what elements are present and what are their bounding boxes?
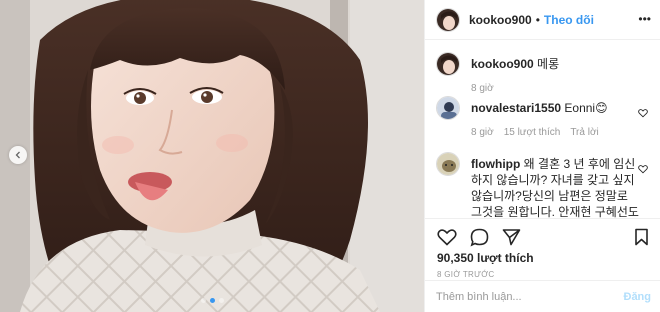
post-side-panel: kookoo900 • Theo dõi ••• kookoo900 메롱 8 … xyxy=(424,0,660,312)
post-author-username[interactable]: kookoo900 xyxy=(469,13,532,27)
carousel-dot xyxy=(200,298,206,303)
like-heart-icon[interactable] xyxy=(437,228,457,246)
avatar[interactable] xyxy=(436,52,460,76)
carousel-dot-active xyxy=(209,298,215,303)
avatar-image xyxy=(437,8,459,31)
carousel-indicator xyxy=(0,298,424,303)
comment-meta: 8 giờ 15 lượt thích Trả lời xyxy=(471,125,608,141)
bookmark-icon[interactable] xyxy=(634,228,649,246)
comments-list[interactable]: kookoo900 메롱 8 giờ novalestari1550 Eonni… xyxy=(425,40,660,218)
more-options-button[interactable]: ••• xyxy=(638,12,651,26)
avatar-image xyxy=(437,53,459,75)
comment-text: 메롱 xyxy=(537,57,560,71)
reply-button[interactable]: Trả lời xyxy=(570,125,598,141)
comment-composer: Thêm bình luận... Đăng xyxy=(425,280,660,312)
avatar-image xyxy=(437,153,459,175)
avatar[interactable] xyxy=(436,7,460,32)
list-item: flowhipp 왜 결혼 3 년 후에 임신하지 않습니까? 자녀를 갖고 싶… xyxy=(436,152,650,218)
comment-text: Eonni😊 xyxy=(564,101,608,115)
heart-icon[interactable] xyxy=(638,164,648,174)
comment-time[interactable]: 8 giờ xyxy=(471,125,494,141)
post-comment-button[interactable]: Đăng xyxy=(624,291,652,303)
avatar[interactable] xyxy=(436,96,460,120)
avatar[interactable] xyxy=(436,152,460,176)
post-timestamp[interactable]: 8 GIỜ TRƯỚC xyxy=(437,270,649,279)
post-header: kookoo900 • Theo dõi ••• xyxy=(425,0,660,40)
comment-time[interactable]: 8 giờ xyxy=(471,81,494,97)
avatar-image xyxy=(437,97,459,119)
comment-like-count[interactable]: 15 lượt thích xyxy=(504,125,561,141)
selfie-illustration xyxy=(0,0,424,312)
post-actions: 90,350 lượt thích 8 GIỜ TRƯỚC xyxy=(425,218,660,280)
previous-photo-button[interactable] xyxy=(9,146,27,164)
action-icons xyxy=(437,226,649,248)
like-count[interactable]: 90,350 lượt thích xyxy=(437,251,649,265)
list-item: novalestari1550 Eonni😊 8 giờ 15 lượt thí… xyxy=(436,96,650,152)
caption: kookoo900 메롱 8 giờ xyxy=(436,52,650,96)
comment-input[interactable]: Thêm bình luận... xyxy=(436,291,624,303)
carousel-dot xyxy=(218,298,224,303)
chevron-left-icon xyxy=(15,151,20,159)
follow-button[interactable]: Theo dõi xyxy=(544,13,594,27)
post-photo[interactable] xyxy=(0,0,424,312)
comment-username[interactable]: novalestari1550 xyxy=(471,101,561,115)
comment-username[interactable]: flowhipp xyxy=(471,157,520,171)
heart-icon[interactable] xyxy=(638,108,648,118)
header-separator: • xyxy=(535,12,540,27)
comment-icon[interactable] xyxy=(470,228,489,247)
comment-username[interactable]: kookoo900 xyxy=(471,57,534,71)
share-icon[interactable] xyxy=(502,228,521,246)
comment-meta: 8 giờ xyxy=(471,81,559,97)
